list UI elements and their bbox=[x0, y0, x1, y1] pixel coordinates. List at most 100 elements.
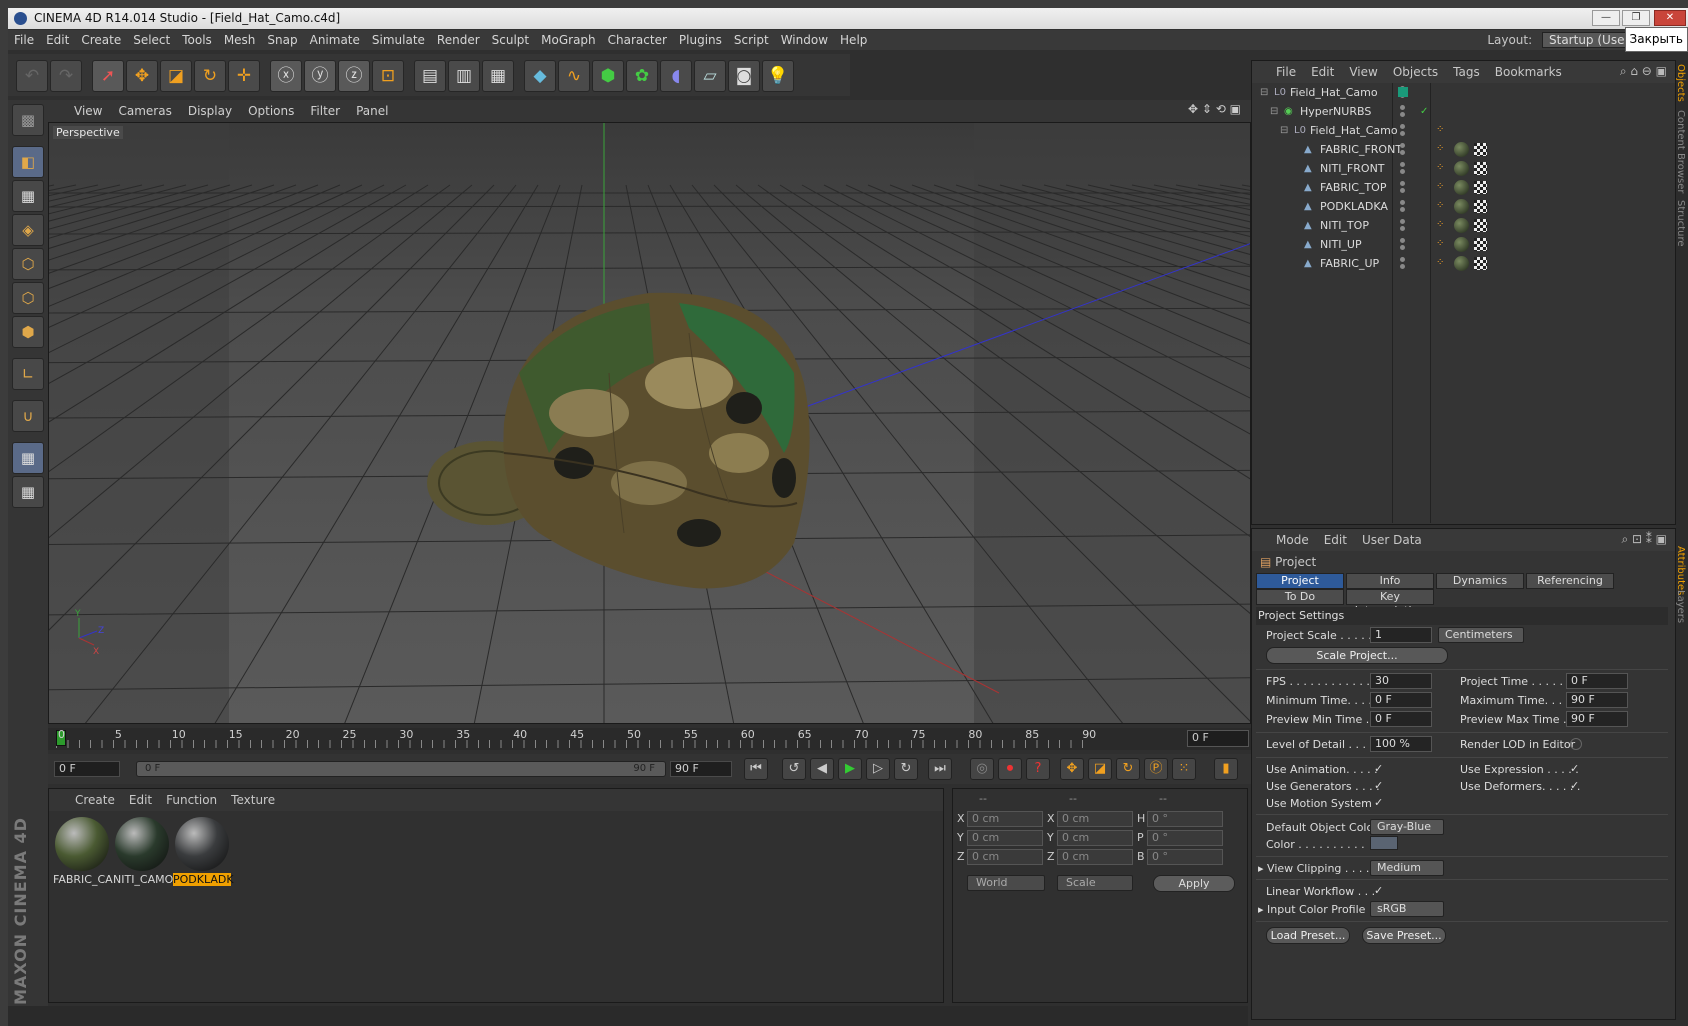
uvw-tag-icon[interactable] bbox=[1474, 200, 1487, 213]
object-row[interactable]: ⊟ L0 Field_Hat_Camo bbox=[1252, 83, 1642, 102]
coord-value-field[interactable]: 0 cm bbox=[967, 849, 1043, 865]
tab-to-do[interactable]: To Do bbox=[1256, 589, 1344, 605]
phong-tag-icon[interactable]: ⁘ bbox=[1436, 144, 1446, 154]
menu-sculpt[interactable]: Sculpt bbox=[486, 30, 535, 50]
menu-tools[interactable]: Tools bbox=[176, 30, 218, 50]
side-tab-content-browser[interactable]: Content Browser bbox=[1675, 110, 1686, 193]
menu-select[interactable]: Select bbox=[127, 30, 176, 50]
coord-value-field[interactable]: 0 cm bbox=[967, 830, 1043, 846]
key-parameter-icon[interactable]: Ⓟ bbox=[1144, 758, 1168, 780]
visibility-dots[interactable] bbox=[1400, 200, 1406, 212]
locked-workplane-icon[interactable]: ▦ bbox=[12, 476, 44, 508]
previous-key-icon[interactable]: ↺ bbox=[782, 758, 806, 780]
coord-mode-dropdown[interactable]: Scale bbox=[1057, 875, 1133, 891]
texture-mode-icon[interactable]: ▦ bbox=[12, 180, 44, 212]
object-menu-bookmarks[interactable]: Bookmarks bbox=[1495, 65, 1562, 79]
fps-field[interactable]: 30 bbox=[1370, 673, 1432, 689]
material-tag-icon[interactable] bbox=[1454, 161, 1469, 176]
polygons-mode-icon[interactable]: ⬢ bbox=[12, 316, 44, 348]
close-button[interactable]: ✕ bbox=[1654, 10, 1686, 26]
viewport-menu-view[interactable]: View bbox=[74, 104, 102, 118]
coord-value-field[interactable]: 0 cm bbox=[1057, 811, 1133, 827]
end-frame-field[interactable]: 90 F bbox=[670, 761, 732, 777]
save-preset-button[interactable]: Save Preset... bbox=[1362, 927, 1446, 944]
start-frame-field[interactable]: 0 F bbox=[54, 761, 120, 777]
key-scale-icon[interactable]: ◪ bbox=[1088, 758, 1112, 780]
menu-window[interactable]: Window bbox=[775, 30, 834, 50]
light-icon[interactable]: 💡 bbox=[762, 60, 794, 92]
menu-animate[interactable]: Animate bbox=[304, 30, 366, 50]
tab-dynamics[interactable]: Dynamics bbox=[1436, 573, 1524, 589]
menu-edit[interactable]: Edit bbox=[40, 30, 75, 50]
use-expression-checkbox[interactable]: ✓ bbox=[1570, 763, 1582, 775]
keyframe-selection-icon[interactable]: ? bbox=[1026, 758, 1050, 780]
tab-key-interpolation[interactable]: Key Interpolation bbox=[1346, 589, 1434, 617]
object-row[interactable]: ▲ FABRIC_UP ⁘ bbox=[1252, 254, 1642, 273]
viewport-menu-filter[interactable]: Filter bbox=[310, 104, 340, 118]
material-tag-icon[interactable] bbox=[1454, 180, 1469, 195]
preview-max-field[interactable]: 90 F bbox=[1566, 711, 1628, 727]
visibility-dots[interactable] bbox=[1400, 219, 1406, 231]
phong-tag-icon[interactable]: ⁘ bbox=[1436, 125, 1446, 135]
phong-tag-icon[interactable]: ⁘ bbox=[1436, 239, 1446, 249]
material-tag-icon[interactable] bbox=[1454, 256, 1469, 271]
phong-tag-icon[interactable]: ⁘ bbox=[1436, 201, 1446, 211]
subdivision-surface-icon[interactable]: ⬢ bbox=[592, 60, 624, 92]
attribute-menu-mode[interactable]: Mode bbox=[1276, 533, 1309, 547]
object-row[interactable]: ⊟ L0 Field_Hat_Camo ⁘ bbox=[1252, 121, 1642, 140]
floor-icon[interactable]: ▱ bbox=[694, 60, 726, 92]
visibility-dots[interactable] bbox=[1400, 257, 1406, 269]
phong-tag-icon[interactable]: ⁘ bbox=[1436, 220, 1446, 230]
side-tab-objects[interactable]: Objects bbox=[1675, 64, 1686, 102]
visibility-dots[interactable] bbox=[1400, 238, 1406, 250]
coord-space-dropdown[interactable]: World bbox=[967, 875, 1045, 891]
record-active-icon[interactable]: ◎ bbox=[970, 758, 994, 780]
object-menu-view[interactable]: View bbox=[1349, 65, 1377, 79]
phong-tag-icon[interactable]: ⁘ bbox=[1436, 258, 1446, 268]
object-menu-objects[interactable]: Objects bbox=[1393, 65, 1438, 79]
project-scale-unit-dropdown[interactable]: Centimeters bbox=[1438, 627, 1524, 643]
expand-toggle-icon[interactable] bbox=[1290, 144, 1301, 155]
render-settings-icon[interactable]: ▦ bbox=[482, 60, 514, 92]
uvw-tag-icon[interactable] bbox=[1474, 162, 1487, 175]
use-motion-system-checkbox[interactable]: ✓ bbox=[1374, 797, 1386, 809]
next-key-icon[interactable]: ↻ bbox=[894, 758, 918, 780]
deformer-icon[interactable]: ◖ bbox=[660, 60, 692, 92]
visibility-dots[interactable] bbox=[1400, 124, 1406, 136]
cube-icon[interactable]: ◆ bbox=[524, 60, 556, 92]
coordinate-system-icon[interactable]: ⊡ bbox=[372, 60, 404, 92]
visibility-dots[interactable] bbox=[1400, 162, 1406, 174]
menu-mesh[interactable]: Mesh bbox=[218, 30, 262, 50]
restore-button[interactable]: ❐ bbox=[1622, 10, 1650, 26]
points-mode-icon[interactable]: ⬡ bbox=[12, 248, 44, 280]
uvw-tag-icon[interactable] bbox=[1474, 238, 1487, 251]
object-row[interactable]: ▲ PODKLADKA ⁘ bbox=[1252, 197, 1642, 216]
coord-value-field[interactable]: 0 ° bbox=[1147, 849, 1223, 865]
object-row[interactable]: ▲ FABRIC_FRONT ⁘ bbox=[1252, 140, 1642, 159]
go-to-start-icon[interactable]: ⏮ bbox=[744, 758, 768, 780]
move-icon[interactable]: ✥ bbox=[126, 60, 158, 92]
view-clipping-dropdown[interactable]: Medium bbox=[1370, 860, 1444, 876]
side-tab-layers[interactable]: Layers bbox=[1675, 590, 1686, 623]
menu-character[interactable]: Character bbox=[602, 30, 673, 50]
linear-workflow-checkbox[interactable]: ✓ bbox=[1374, 885, 1386, 897]
uvw-tag-icon[interactable] bbox=[1474, 219, 1487, 232]
coord-value-field[interactable]: 0 cm bbox=[1057, 849, 1133, 865]
material-menu-texture[interactable]: Texture bbox=[231, 793, 275, 807]
input-color-profile-dropdown[interactable]: sRGB bbox=[1370, 901, 1444, 917]
object-menu-edit[interactable]: Edit bbox=[1311, 65, 1334, 79]
mograph-cloner-icon[interactable]: ✿ bbox=[626, 60, 658, 92]
rotate-icon[interactable]: ↻ bbox=[194, 60, 226, 92]
viewport-menu-cameras[interactable]: Cameras bbox=[118, 104, 171, 118]
undo-icon[interactable]: ↶ bbox=[16, 60, 48, 92]
material-swatch[interactable]: PODKLADK bbox=[173, 817, 234, 889]
edges-mode-icon[interactable]: ⬡ bbox=[12, 282, 44, 314]
menu-file[interactable]: File bbox=[8, 30, 40, 50]
minimize-button[interactable]: — bbox=[1592, 10, 1620, 26]
tab-project-settings[interactable]: Project Settings bbox=[1256, 573, 1344, 601]
material-swatch[interactable]: NITI_CAMO bbox=[113, 817, 173, 889]
color-swatch[interactable] bbox=[1370, 836, 1398, 850]
live-selection-icon[interactable]: ➚ bbox=[92, 60, 124, 92]
material-menu-edit[interactable]: Edit bbox=[129, 793, 152, 807]
menu-render[interactable]: Render bbox=[431, 30, 486, 50]
